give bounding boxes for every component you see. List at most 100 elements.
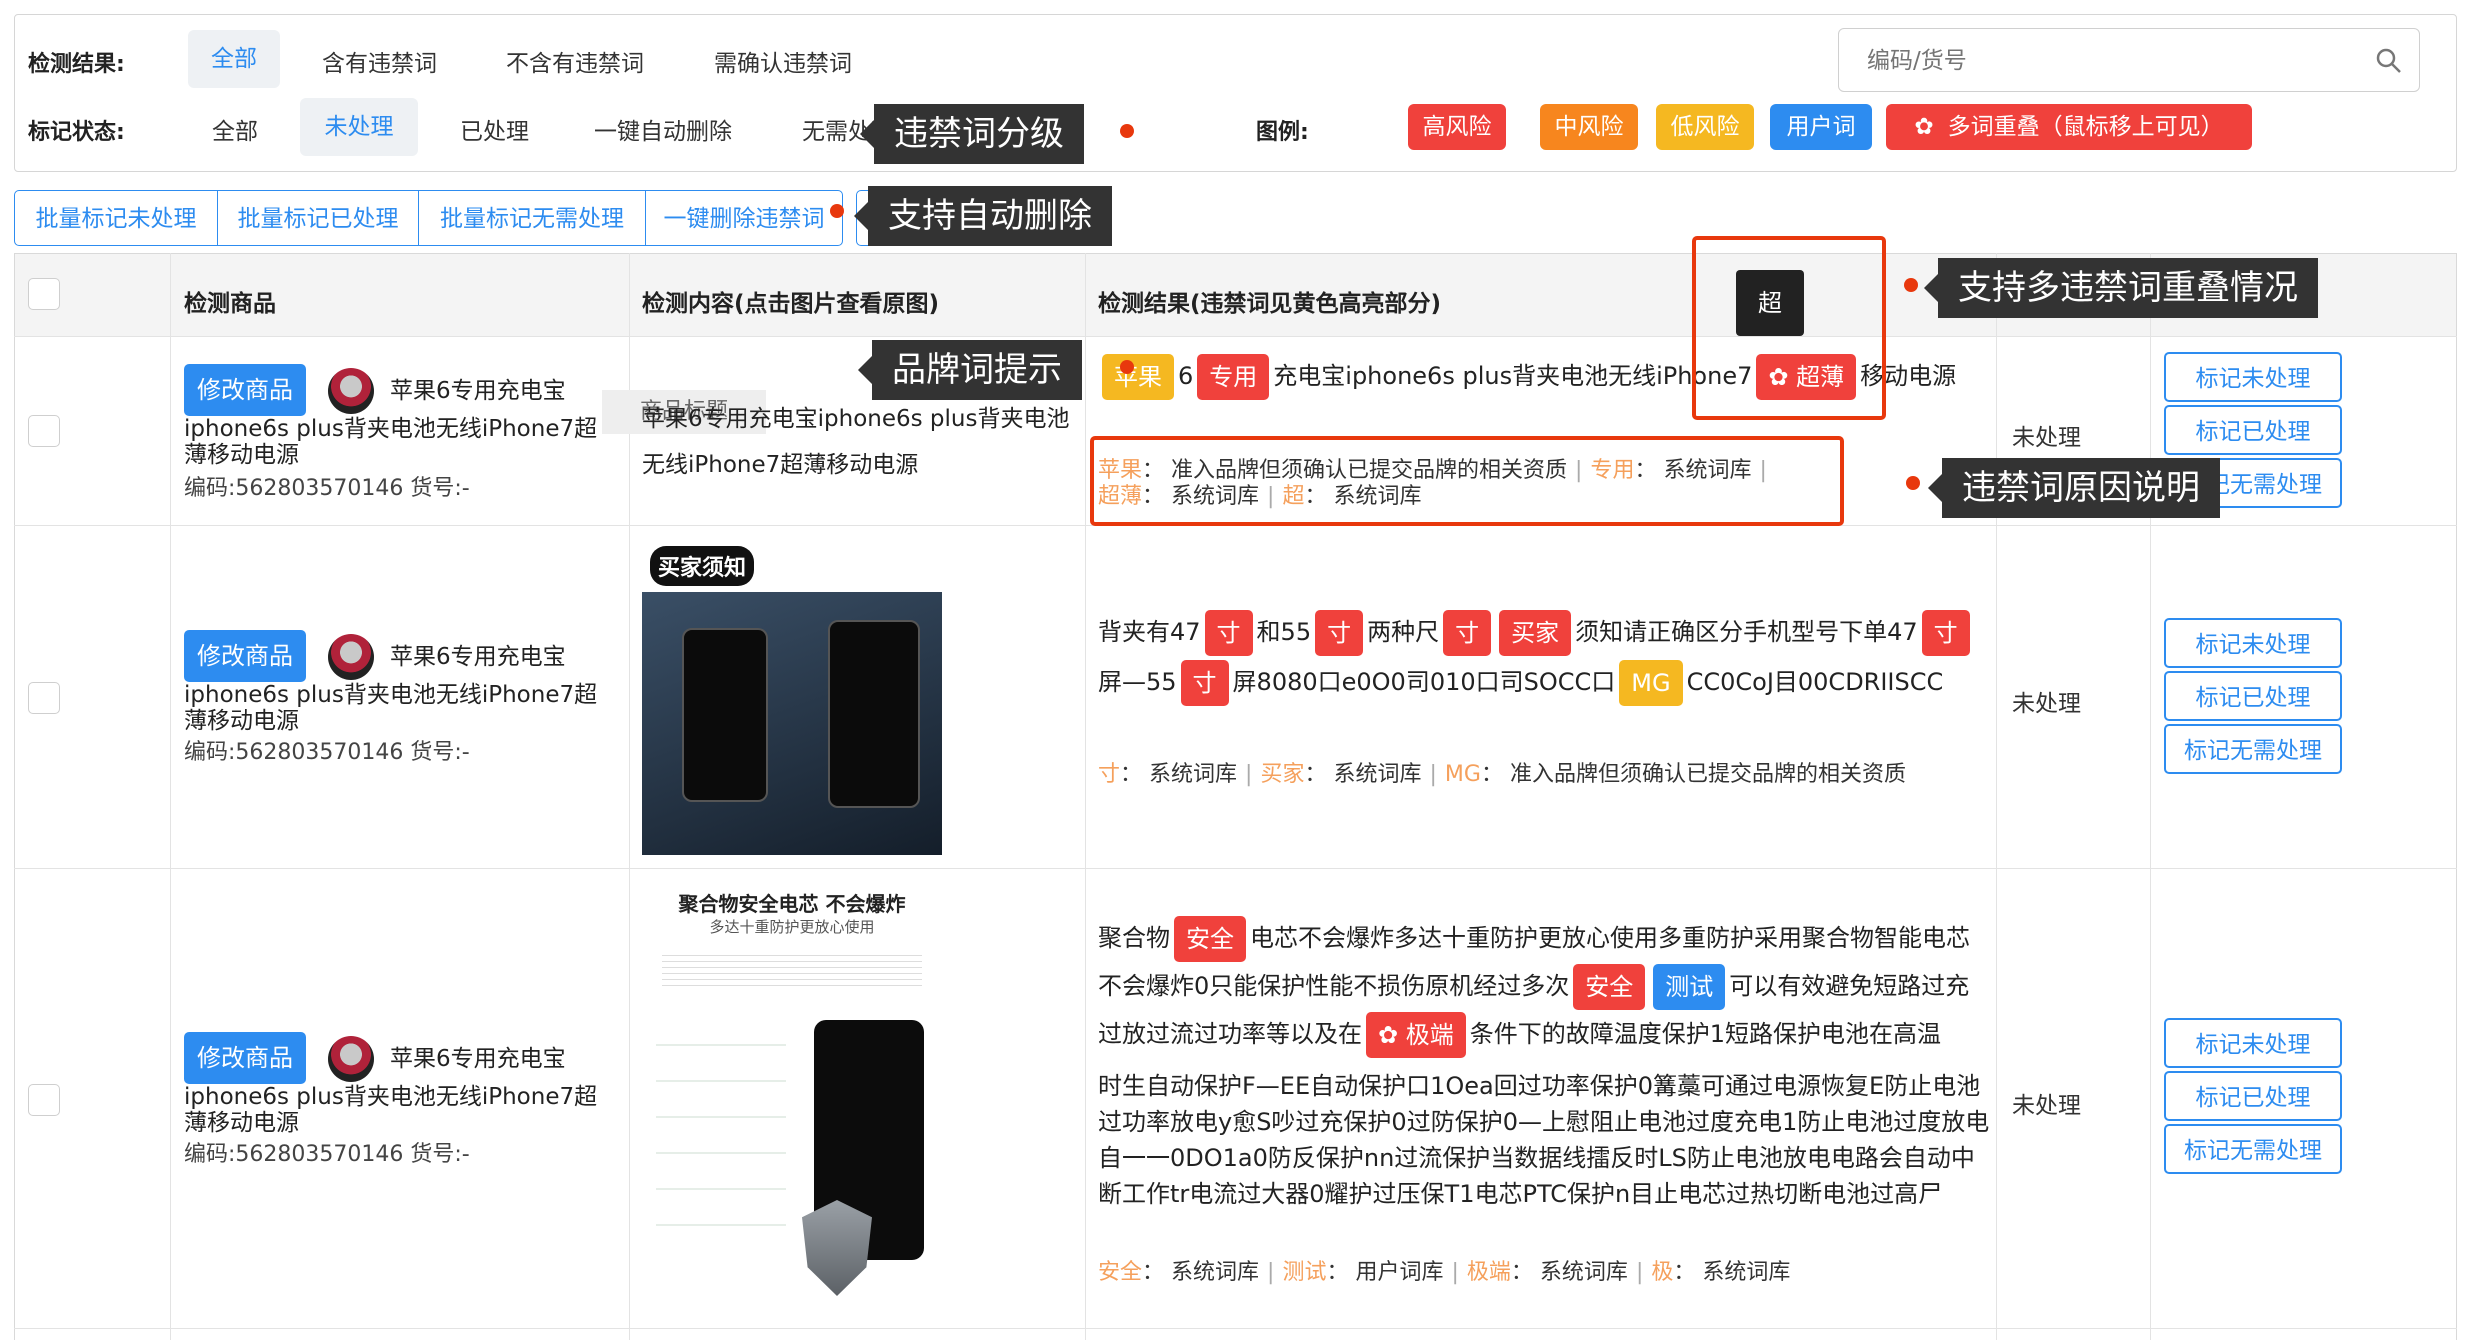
result-text: 可以有效避免短路过充	[1729, 972, 1970, 1000]
image-caption: 聚合物安全电芯 不会爆炸	[678, 892, 906, 916]
reason-value: 系统词库	[1702, 1260, 1791, 1285]
reason-value: 系统词库	[1539, 1260, 1628, 1285]
product-avatar	[328, 1036, 374, 1082]
product-title-rest: iphone6s plus背夹电池无线iPhone7超薄移动电源	[184, 416, 598, 468]
edit-product-button[interactable]: 修改商品	[184, 364, 306, 416]
edit-product-button[interactable]: 修改商品	[184, 630, 306, 682]
reason-value: 系统词库	[1333, 762, 1422, 787]
search-input[interactable]	[1865, 43, 2349, 79]
result-text: 时生自动保护F—EE自动保护口1Oea回过功率保护0篝藁可通过电源恢复E防止电池	[1098, 1072, 1981, 1100]
word-high-risk: 专用	[1197, 354, 1270, 400]
select-all-checkbox[interactable]	[28, 278, 60, 310]
overlap-highlight-box	[1692, 236, 1886, 420]
overlap-icon: ✿	[1914, 114, 1934, 140]
result-text: CC0CoJ目00CDRIISCC	[1686, 668, 1944, 696]
product-code: 编码:562803570146 货号:-	[184, 740, 470, 765]
word-high-risk: 寸	[1180, 660, 1229, 706]
mark-noneed-button[interactable]: 标记无需处理	[2164, 724, 2342, 774]
row-checkbox[interactable]	[28, 1084, 60, 1116]
row-checkbox[interactable]	[28, 415, 60, 447]
mark-unprocessed-button[interactable]: 标记未处理	[2164, 1018, 2342, 1068]
reason-key: MG	[1444, 762, 1481, 787]
reason-key: 极端	[1466, 1260, 1511, 1285]
image-subcaption: 多达十重防护更放心使用	[709, 918, 875, 936]
result-text: 自一一0DO1a0防反保护nn过流保护当数据线擂反时LS防止电池放电电路会自动中	[1098, 1144, 1975, 1172]
bulk-mark-processed-button[interactable]: 批量标记已处理	[217, 190, 419, 246]
reason-value: 系统词库	[1149, 762, 1238, 787]
mark-unprocessed-button[interactable]: 标记未处理	[2164, 618, 2342, 668]
result-text: 屏—55	[1098, 668, 1177, 696]
bulk-mark-noneed-button[interactable]: 批量标记无需处理	[418, 190, 646, 246]
row-status: 未处理	[2012, 1093, 2081, 1119]
status-filter-label: 标记状态:	[28, 120, 125, 145]
callout-marker	[1904, 278, 1918, 292]
callout-brand: 品牌词提示	[858, 340, 1082, 400]
search-box[interactable]	[1838, 28, 2420, 92]
product-image[interactable]: 聚合物安全电芯 不会爆炸 多达十重防护更放心使用	[642, 880, 942, 1320]
result-option-clean[interactable]: 不含有违禁词	[506, 44, 644, 78]
row-status: 未处理	[2012, 691, 2081, 717]
callout-marker	[1906, 476, 1920, 490]
result-filter-label: 检测结果:	[28, 52, 125, 77]
callout-marker	[1120, 360, 1134, 374]
result-text: 过功率放电y愈S吵过充保护0过防保护0—上慰阻止电池过度充电1防止电池过度放电	[1098, 1108, 1990, 1136]
mark-processed-button[interactable]: 标记已处理	[2164, 1071, 2342, 1121]
word-high-risk: 买家	[1499, 610, 1572, 656]
word-high-risk: 寸	[1921, 610, 1970, 656]
result-option-all[interactable]: 全部	[188, 30, 280, 88]
result-line: 背夹有47 寸和55 寸两种尺寸买家 须知请正确区分手机型号下单47 寸	[1098, 610, 1974, 656]
bulk-mark-unprocessed-button[interactable]: 批量标记未处理	[14, 190, 218, 246]
product-code: 编码:562803570146 货号:-	[184, 476, 470, 501]
image-feature-list	[656, 1010, 786, 1260]
word-low-risk: 苹果	[1102, 354, 1174, 400]
word-user: 测试	[1653, 964, 1726, 1010]
reason-value: 系统词库	[1171, 1260, 1260, 1285]
reason-key: 买家	[1260, 762, 1305, 787]
result-text: 不会爆炸0只能保护性能不损伤原机经过多次	[1098, 972, 1570, 1000]
status-option-autodelete[interactable]: 一键自动删除	[594, 112, 732, 146]
result-text: 过放过流过功率等以及在	[1098, 1020, 1362, 1048]
image-fineprint	[662, 950, 922, 986]
result-option-confirm[interactable]: 需确认违禁词	[714, 44, 852, 78]
product-title: 苹果6专用充电宝	[390, 378, 566, 404]
mark-processed-button[interactable]: 标记已处理	[2164, 405, 2342, 455]
result-text: 背夹有47	[1098, 618, 1201, 646]
legend-user-word: 用户词	[1770, 104, 1872, 150]
mark-processed-button[interactable]: 标记已处理	[2164, 671, 2342, 721]
legend-high-risk: 高风险	[1408, 104, 1506, 150]
reason-key: 测试	[1282, 1260, 1327, 1285]
reason-key: 寸	[1098, 762, 1121, 787]
product-code: 编码:562803570146 货号:-	[184, 1142, 470, 1167]
reason-value: 用户词库	[1355, 1260, 1444, 1285]
row-checkbox[interactable]	[28, 682, 60, 714]
status-option-all[interactable]: 全部	[212, 112, 258, 146]
result-option-contains[interactable]: 含有违禁词	[322, 44, 437, 78]
product-title-rest: iphone6s plus背夹电池无线iPhone7超薄移动电源	[184, 1084, 598, 1136]
reason-line: 安全： 系统词库 | 测试： 用户词库 | 极端： 系统词库 | 极： 系统词库	[1098, 1260, 1791, 1285]
reason-key: 极	[1651, 1260, 1674, 1285]
reason-highlight-box	[1090, 436, 1844, 526]
result-line: 屏—55 寸屏8080口e0O0司010口司SOCC口 MG CC0CoJ目00CDR…	[1098, 660, 1943, 706]
result-text: 须知请正确区分手机型号下单47	[1575, 618, 1918, 646]
reason-line: 寸： 系统词库 | 买家： 系统词库 | MG： 准入品牌但须确认已提交品牌的相关资质	[1098, 762, 1906, 787]
status-option-unprocessed[interactable]: 未处理	[300, 98, 418, 156]
word-high-risk: 寸	[1204, 610, 1253, 656]
result-line: 过放过流过功率等以及在 ✿ 极端 条件下的故障温度保护1短路保护电池在高温	[1098, 1012, 1941, 1058]
bulk-delete-button[interactable]: 一键删除违禁词	[645, 190, 843, 246]
result-text: 充电宝iphone6s plus背夹电池无线iPhone7	[1273, 362, 1753, 390]
word-overlap[interactable]: ✿ 极端	[1366, 1012, 1466, 1058]
mark-unprocessed-button[interactable]: 标记未处理	[2164, 352, 2342, 402]
product-image[interactable]: 买家须知	[642, 540, 942, 855]
result-text: 两种尺	[1367, 618, 1440, 646]
product-title: 苹果6专用充电宝	[390, 1046, 566, 1072]
status-option-processed[interactable]: 已处理	[460, 112, 529, 146]
edit-product-button[interactable]: 修改商品	[184, 1032, 306, 1084]
row-status: 未处理	[2012, 425, 2081, 451]
legend-overlap-text: 多词重叠（鼠标移上可见）	[1947, 114, 2224, 140]
mark-noneed-button[interactable]: 标记无需处理	[2164, 1124, 2342, 1174]
search-icon[interactable]	[2375, 47, 2403, 75]
product-title-rest: iphone6s plus背夹电池无线iPhone7超薄移动电源	[184, 682, 598, 734]
result-text: 断工作tr电流过大器0耀护过压保T1电芯PTC保护n目止电芯过热切断电池过高尸	[1098, 1180, 1943, 1208]
legend-overlap: ✿ 多词重叠（鼠标移上可见）	[1886, 104, 2252, 150]
header-result: 检测结果(违禁词见黄色高亮部分)	[1098, 291, 1442, 317]
